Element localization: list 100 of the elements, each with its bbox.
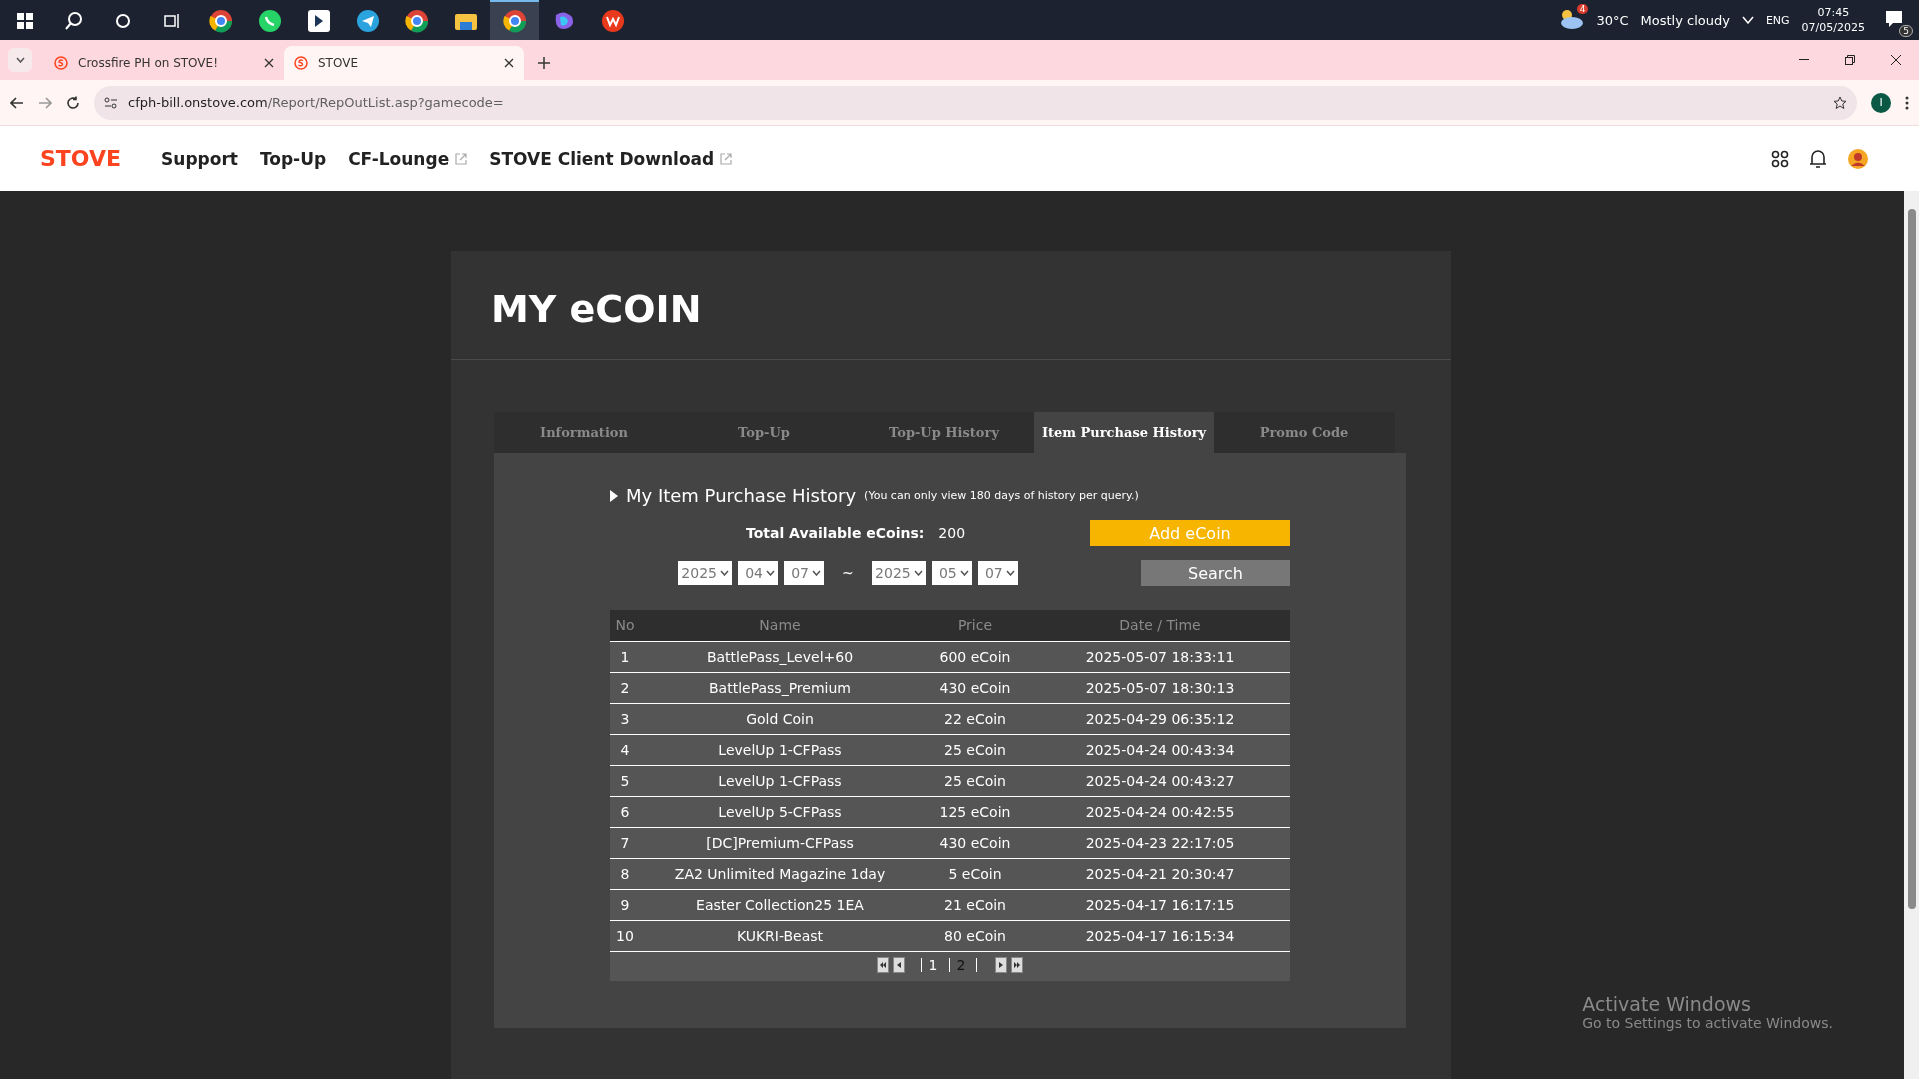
search-button[interactable]: Search bbox=[1141, 560, 1290, 586]
temperature-text: 30°C bbox=[1596, 12, 1629, 28]
search-icon[interactable] bbox=[63, 11, 84, 31]
new-tab-icon[interactable] bbox=[538, 57, 550, 69]
table-cell: 2025-04-23 22:17:05 bbox=[1030, 827, 1290, 858]
table-cell: 2025-04-29 06:35:12 bbox=[1030, 703, 1290, 734]
table-cell: Easter Collection25 1EA bbox=[640, 889, 920, 920]
site-logo-icon bbox=[54, 56, 68, 70]
table-cell: 600 eCoin bbox=[920, 641, 1030, 672]
table-cell: 2025-05-07 18:33:11 bbox=[1030, 641, 1290, 672]
table-cell: 2025-05-07 18:30:13 bbox=[1030, 672, 1290, 703]
close-icon[interactable] bbox=[1891, 55, 1901, 65]
chevron-down-icon bbox=[766, 570, 775, 576]
table-cell: 2 bbox=[610, 672, 640, 703]
table-cell: 430 eCoin bbox=[920, 827, 1030, 858]
date-select[interactable]: 07 bbox=[977, 561, 1018, 585]
balance-value: 200 bbox=[938, 525, 966, 541]
paper-plane-icon bbox=[355, 9, 380, 33]
table-cell: 2025-04-24 00:43:34 bbox=[1030, 734, 1290, 765]
activation-title: Activate Windows bbox=[1582, 993, 1752, 1015]
scrollbar-thumb[interactable] bbox=[1907, 209, 1916, 909]
next-page-icon[interactable] bbox=[995, 956, 1008, 973]
grid-icon[interactable] bbox=[1771, 149, 1789, 168]
date-select[interactable]: 2025 bbox=[678, 561, 732, 585]
table-cell: LevelUp 5-CFPass bbox=[640, 796, 920, 827]
circle-icon[interactable] bbox=[114, 13, 131, 29]
external-link-icon bbox=[720, 152, 733, 165]
date-select[interactable]: 04 bbox=[738, 561, 778, 585]
table-cell: 80 eCoin bbox=[920, 920, 1030, 951]
chat-icon bbox=[257, 9, 282, 33]
nav-link[interactable]: Top-Up bbox=[259, 148, 327, 169]
app-icon bbox=[306, 9, 331, 33]
column-header: No bbox=[610, 610, 640, 641]
table-cell: 21 eCoin bbox=[920, 889, 1030, 920]
column-header: Date / Time bbox=[1030, 610, 1290, 641]
chevron-up-icon[interactable] bbox=[1741, 16, 1754, 24]
close-icon[interactable] bbox=[504, 58, 514, 68]
cloud-moon-icon bbox=[1558, 7, 1585, 30]
restore-icon[interactable] bbox=[1845, 55, 1855, 65]
site-logo-icon bbox=[294, 56, 308, 70]
page-title: MY eCOIN bbox=[451, 251, 1451, 360]
section-heading: My Item Purchase History bbox=[626, 485, 857, 506]
nav-link[interactable]: Support bbox=[161, 148, 238, 169]
chevron-down-icon bbox=[959, 570, 969, 576]
office-icon bbox=[600, 9, 625, 33]
clock-date: 07/05/2025 bbox=[1801, 20, 1865, 35]
table-cell: 5 bbox=[610, 765, 640, 796]
minimize-icon[interactable] bbox=[1799, 59, 1809, 61]
table-cell: 4 bbox=[610, 734, 640, 765]
chevron-down-icon bbox=[913, 570, 923, 576]
weather-badge: 4 bbox=[1576, 3, 1589, 14]
star-icon[interactable] bbox=[1833, 95, 1847, 110]
date-select[interactable]: 2025 bbox=[871, 561, 926, 585]
activation-text: Go to Settings to activate Windows. bbox=[1582, 1015, 1833, 1031]
browser-icon bbox=[404, 9, 429, 33]
reload-icon[interactable] bbox=[66, 95, 80, 110]
clock-time: 07:45 bbox=[1817, 5, 1850, 20]
chevron-down-icon bbox=[1005, 570, 1015, 576]
browser-tab[interactable]: STOVE bbox=[284, 46, 524, 80]
table-cell: 25 eCoin bbox=[920, 734, 1030, 765]
language-indicator[interactable]: ENG bbox=[1765, 13, 1790, 27]
forward-icon[interactable] bbox=[38, 96, 52, 109]
table-cell: 2025-04-17 16:17:15 bbox=[1030, 889, 1290, 920]
page-link[interactable]: 2 bbox=[948, 957, 973, 972]
browser-tab[interactable]: Crossfire PH on STOVE! bbox=[44, 46, 284, 80]
bell-icon[interactable] bbox=[1809, 148, 1827, 169]
notification-icon[interactable] bbox=[1885, 9, 1905, 28]
more-icon[interactable] bbox=[1905, 95, 1909, 110]
external-link-icon bbox=[455, 152, 468, 165]
page-tab[interactable]: Item Purchase History bbox=[1034, 412, 1214, 453]
windows-logo-icon[interactable] bbox=[16, 13, 33, 29]
last-page-icon[interactable] bbox=[1011, 956, 1024, 973]
close-icon[interactable] bbox=[264, 58, 274, 68]
table-cell: KUKRI-Beast bbox=[640, 920, 920, 951]
browser-icon bbox=[502, 9, 527, 33]
taskbar-app[interactable] bbox=[490, 0, 539, 40]
range-separator: ~ bbox=[842, 565, 854, 581]
table-cell: ZA2 Unlimited Magazine 1day bbox=[640, 858, 920, 889]
tab-list-button[interactable] bbox=[8, 48, 32, 72]
task-view-icon[interactable] bbox=[162, 13, 181, 29]
first-page-icon[interactable] bbox=[876, 956, 889, 973]
table-cell: 3 bbox=[610, 703, 640, 734]
date-select[interactable]: 05 bbox=[931, 561, 972, 585]
user-avatar-icon[interactable] bbox=[1847, 147, 1869, 170]
nav-link[interactable]: CF-Lounge bbox=[348, 148, 468, 169]
address-bar[interactable]: cfph-bill.onstove.com/Report/RepOutList.asp?gamecode= bbox=[94, 85, 1857, 120]
chevron-down-icon bbox=[812, 570, 821, 576]
column-header: Price bbox=[920, 610, 1030, 641]
page-link[interactable]: 1 bbox=[920, 957, 945, 972]
site-logo[interactable]: STOVE bbox=[40, 146, 122, 171]
profile-avatar[interactable]: I bbox=[1871, 92, 1891, 113]
table-cell: BattlePass_Premium bbox=[640, 672, 920, 703]
date-select[interactable]: 07 bbox=[784, 561, 824, 585]
previous-page-icon[interactable] bbox=[892, 956, 905, 973]
nav-link[interactable]: STOVE Client Download bbox=[489, 148, 733, 169]
balance-label: Total Available eCoins: bbox=[746, 525, 925, 541]
back-icon[interactable] bbox=[10, 96, 24, 109]
chevron-down-icon bbox=[15, 57, 25, 63]
chevron-down-icon bbox=[720, 570, 729, 576]
table-cell: Gold Coin bbox=[640, 703, 920, 734]
